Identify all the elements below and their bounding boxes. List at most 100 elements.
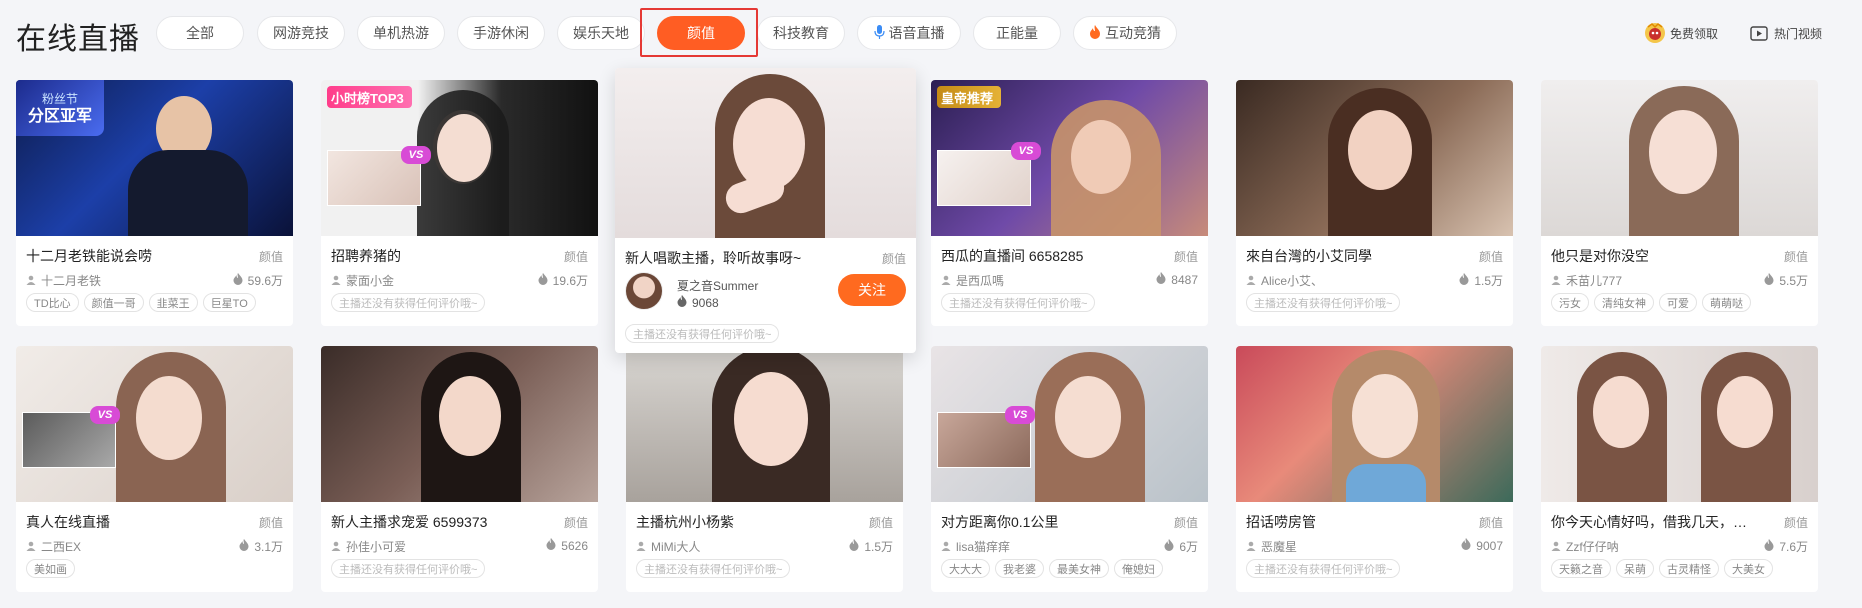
tab-label: 全部 bbox=[186, 25, 214, 41]
live-room-card[interactable]: 他只是对你没空 颜值 禾苗儿777 5.5万 污女 清纯女神 可爱 萌萌哒 bbox=[1541, 80, 1818, 326]
room-tag: 颜值一哥 bbox=[83, 293, 144, 312]
room-tag: 天籁之音 bbox=[1551, 559, 1611, 578]
heat-icon bbox=[1764, 273, 1774, 288]
room-category: 颜值 bbox=[1478, 250, 1503, 264]
room-category: 颜值 bbox=[868, 516, 893, 530]
vs-badge-icon: VS bbox=[90, 406, 120, 424]
tab-entertainment[interactable]: 娱乐天地 bbox=[557, 16, 645, 50]
tab-label: 正能量 bbox=[996, 25, 1038, 41]
room-tag: 韭菜王 bbox=[148, 293, 198, 312]
hot-videos-link[interactable]: 热门视频 bbox=[1748, 22, 1822, 44]
user-icon bbox=[1551, 274, 1561, 288]
room-tag: 清纯女神 bbox=[1594, 293, 1654, 312]
room-tag: 萌萌哒 bbox=[1702, 293, 1751, 312]
no-rating-tag: 主播还没有获得任何评价哦~ bbox=[636, 559, 791, 578]
vs-badge-icon: VS bbox=[401, 146, 431, 164]
live-room-card[interactable]: 皇帝推荐 VS 西瓜的直播间 6658285 颜值 是西瓜嗎 8487 主播还没… bbox=[931, 80, 1208, 326]
live-room-card[interactable]: VS 真人在线直播 颜值 二西EX 3.1万 美如画 bbox=[16, 346, 293, 592]
tab-label: 语音直播 bbox=[888, 25, 945, 41]
live-room-card[interactable]: 主播杭州小杨紫 颜值 MiMi大人 1.5万 主播还没有获得任何评价哦~ bbox=[626, 346, 903, 592]
avatar[interactable] bbox=[625, 272, 663, 310]
flame-icon bbox=[1089, 24, 1101, 42]
heat-icon bbox=[239, 539, 249, 554]
viewer-count: 59.6万 bbox=[247, 274, 283, 288]
microphone-icon bbox=[873, 24, 885, 42]
viewer-count: 19.6万 bbox=[552, 274, 588, 288]
heat-icon bbox=[538, 273, 548, 288]
room-title: 西瓜的直播间 6658285 bbox=[941, 248, 1084, 264]
free-claim-label: 免费领取 bbox=[1669, 26, 1718, 41]
room-category: 颜值 bbox=[1173, 516, 1198, 530]
stream-thumbnail: 皇帝推荐 VS bbox=[931, 80, 1208, 236]
viewer-count: 9007 bbox=[1476, 538, 1503, 553]
room-category: 颜值 bbox=[258, 516, 283, 530]
tab-label: 手游休闲 bbox=[473, 25, 529, 41]
streamer-name: 是西瓜嗎 bbox=[956, 274, 1005, 288]
room-category: 颜值 bbox=[1783, 250, 1808, 264]
user-icon bbox=[1246, 274, 1256, 288]
heat-icon bbox=[546, 538, 556, 553]
stream-thumbnail bbox=[1236, 346, 1513, 502]
emperor-recommend-badge: 皇帝推荐 bbox=[937, 86, 1002, 108]
live-room-card[interactable]: VS 对方距离你0.1公里 颜值 lisa猫痒痒 6万 大大大 我老婆 最美女神… bbox=[931, 346, 1208, 592]
live-room-card[interactable]: 小时榜TOP3 VS 招聘养猪的 颜值 蒙面小金 19.6万 主播还没有获得任何… bbox=[321, 80, 598, 326]
tab-label: 网游竞技 bbox=[273, 25, 329, 41]
user-icon bbox=[331, 540, 341, 554]
stream-thumbnail bbox=[615, 68, 916, 238]
live-room-card[interactable]: 你今天心情好吗，借我几天，我... 颜值 Zzf仔仔呐 7.6万 天籁之音 呆萌… bbox=[1541, 346, 1818, 592]
no-rating-tag: 主播还没有获得任何评价哦~ bbox=[1246, 559, 1401, 578]
tab-all[interactable]: 全部 bbox=[156, 16, 244, 50]
user-icon bbox=[1246, 540, 1256, 554]
tab-label: 娱乐天地 bbox=[573, 25, 629, 41]
follow-button[interactable]: 关注 bbox=[838, 274, 906, 306]
room-title: 你今天心情好吗，借我几天，我... bbox=[1551, 514, 1756, 530]
stream-thumbnail: VS bbox=[931, 346, 1208, 502]
user-icon bbox=[636, 540, 646, 554]
tab-interactive-guess[interactable]: 互动竞猜 bbox=[1073, 16, 1177, 50]
viewer-count: 1.5万 bbox=[1474, 274, 1503, 288]
room-category: 颜值 bbox=[563, 516, 588, 530]
tab-single-player[interactable]: 单机热游 bbox=[357, 16, 445, 50]
live-room-card[interactable]: 粉丝节 分区亚军 十二月老铁能说会唠 颜值 十二月老铁 59.6万 TD比心 颜… bbox=[16, 80, 293, 326]
room-title: 招聘养猪的 bbox=[331, 248, 401, 264]
tab-tech-education[interactable]: 科技教育 bbox=[757, 16, 845, 50]
live-room-card-hovered[interactable]: 新人唱歌主播，聆听故事呀~ 颜值 夏之音Summer 9068 关注 主播还没有… bbox=[615, 68, 916, 353]
tab-online-games[interactable]: 网游竞技 bbox=[257, 16, 345, 50]
stream-thumbnail bbox=[1236, 80, 1513, 236]
streamer-name: 蒙面小金 bbox=[346, 274, 395, 288]
heat-icon bbox=[1156, 272, 1166, 287]
tab-label: 颜值 bbox=[687, 25, 715, 41]
stream-thumbnail: 粉丝节 分区亚军 bbox=[16, 80, 293, 236]
live-room-card[interactable]: 新人主播求宠爱 6599373 颜值 孙佳小可爱 5626 主播还没有获得任何评… bbox=[321, 346, 598, 592]
gift-avatar-icon bbox=[1644, 22, 1666, 44]
no-rating-tag: 主播还没有获得任何评价哦~ bbox=[331, 559, 486, 578]
room-tag: 古灵精怪 bbox=[1659, 559, 1719, 578]
fan-festival-badge: 粉丝节 分区亚军 bbox=[16, 80, 105, 136]
streamer-name: lisa猫痒痒 bbox=[956, 540, 1011, 554]
viewer-count: 8487 bbox=[1171, 272, 1198, 287]
room-tag: 俺媳妇 bbox=[1114, 559, 1163, 578]
vs-badge-icon: VS bbox=[1011, 142, 1041, 160]
tab-voice-live[interactable]: 语音直播 bbox=[857, 16, 961, 50]
tab-appearance[interactable]: 颜值 bbox=[657, 16, 745, 50]
viewer-count: 6万 bbox=[1179, 540, 1198, 554]
no-rating-tag: 主播还没有获得任何评价哦~ bbox=[331, 293, 486, 312]
streamer-name: 禾苗儿777 bbox=[1566, 274, 1623, 288]
free-claim-link[interactable]: 免费领取 bbox=[1644, 22, 1718, 44]
user-icon bbox=[941, 274, 951, 288]
stream-thumbnail bbox=[321, 346, 598, 502]
tab-positive-energy[interactable]: 正能量 bbox=[973, 16, 1061, 50]
tab-mobile-games[interactable]: 手游休闲 bbox=[457, 16, 545, 50]
room-category: 颜值 bbox=[1173, 250, 1198, 264]
room-title: 十二月老铁能说会唠 bbox=[26, 248, 152, 264]
streamer-name: Alice小艾、 bbox=[1261, 274, 1324, 288]
no-rating-tag: 主播还没有获得任何评价哦~ bbox=[941, 293, 1096, 312]
room-title: 主播杭州小杨紫 bbox=[636, 514, 734, 530]
room-tag: 大大大 bbox=[941, 559, 990, 578]
live-room-card[interactable]: 招话唠房管 颜值 恶魔星 9007 主播还没有获得任何评价哦~ bbox=[1236, 346, 1513, 592]
viewer-count: 1.5万 bbox=[864, 540, 893, 554]
live-room-card[interactable]: 來自台灣的小艾同學 颜值 Alice小艾、 1.5万 主播还没有获得任何评价哦~ bbox=[1236, 80, 1513, 326]
heat-icon bbox=[1764, 539, 1774, 554]
heat-icon bbox=[1164, 539, 1174, 554]
viewer-count: 5626 bbox=[561, 538, 588, 553]
